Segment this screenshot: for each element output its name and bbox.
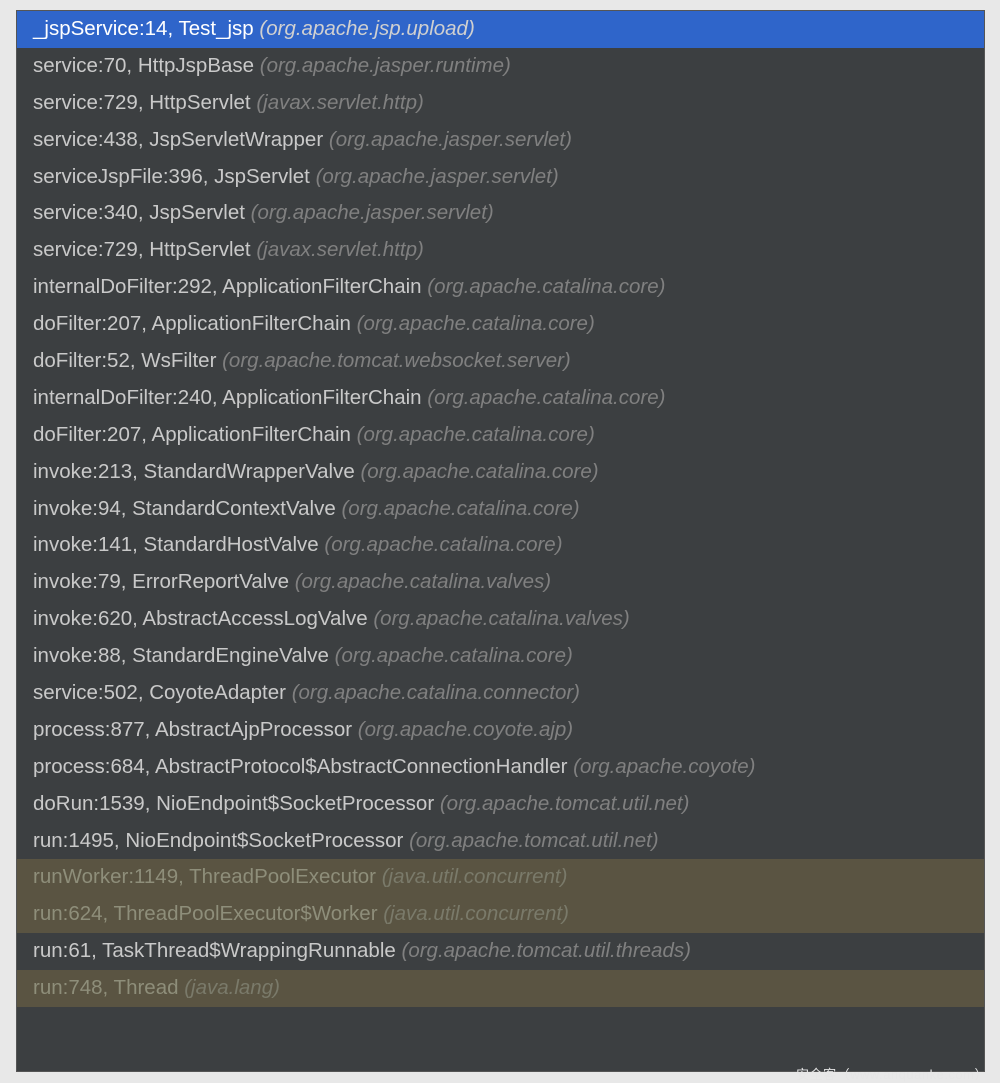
stack-frame-method: doFilter:52, WsFilter	[33, 349, 216, 372]
stack-frame-row[interactable]: invoke:213, StandardWrapperValve (org.ap…	[17, 454, 984, 491]
stack-frame-package: (org.apache.catalina.core)	[335, 644, 573, 667]
stack-frame-package: (javax.servlet.http)	[256, 91, 423, 114]
stack-frame-package: (org.apache.tomcat.util.net)	[440, 792, 690, 815]
stack-frame-method: doFilter:207, ApplicationFilterChain	[33, 423, 351, 446]
stack-frame-row[interactable]: run:1495, NioEndpoint$SocketProcessor (o…	[17, 823, 984, 860]
stack-frame-method: invoke:141, StandardHostValve	[33, 533, 319, 556]
stack-frame-package: (org.apache.catalina.core)	[360, 460, 598, 483]
stack-frame-method: run:1495, NioEndpoint$SocketProcessor	[33, 829, 403, 852]
stack-frame-row[interactable]: service:438, JspServletWrapper (org.apac…	[17, 122, 984, 159]
watermark-text: 安全客（www.anquanke.com）	[796, 1064, 988, 1083]
stack-frame-row[interactable]: doRun:1539, NioEndpoint$SocketProcessor …	[17, 786, 984, 823]
stack-frame-method: internalDoFilter:292, ApplicationFilterC…	[33, 275, 422, 298]
stack-frame-row[interactable]: invoke:141, StandardHostValve (org.apach…	[17, 527, 984, 564]
stack-frame-package: (org.apache.jsp.upload)	[259, 17, 474, 40]
stack-frame-row[interactable]: doFilter:52, WsFilter (org.apache.tomcat…	[17, 343, 984, 380]
stack-frame-method: runWorker:1149, ThreadPoolExecutor	[33, 865, 376, 888]
stack-frame-package: (org.apache.tomcat.websocket.server)	[222, 349, 571, 372]
stack-frame-row[interactable]: invoke:79, ErrorReportValve (org.apache.…	[17, 564, 984, 601]
stack-frame-method: run:61, TaskThread$WrappingRunnable	[33, 939, 396, 962]
stack-frame-row[interactable]: _jspService:14, Test_jsp (org.apache.jsp…	[17, 11, 984, 48]
stack-frame-package: (org.apache.catalina.core)	[357, 312, 595, 335]
stack-frame-method: service:340, JspServlet	[33, 201, 245, 224]
stack-frame-row[interactable]: runWorker:1149, ThreadPoolExecutor (java…	[17, 859, 984, 896]
stack-frame-row[interactable]: internalDoFilter:292, ApplicationFilterC…	[17, 269, 984, 306]
stack-frame-method: service:502, CoyoteAdapter	[33, 681, 286, 704]
stack-frame-package: (java.util.concurrent)	[383, 902, 569, 925]
stack-frame-method: service:70, HttpJspBase	[33, 54, 254, 77]
stack-frame-package: (org.apache.jasper.servlet)	[316, 165, 559, 188]
stack-frame-row[interactable]: service:502, CoyoteAdapter (org.apache.c…	[17, 675, 984, 712]
stack-frame-method: invoke:88, StandardEngineValve	[33, 644, 329, 667]
stack-frame-package: (org.apache.catalina.core)	[427, 275, 665, 298]
stack-trace-list[interactable]: _jspService:14, Test_jsp (org.apache.jsp…	[17, 11, 984, 1007]
stack-frame-method: invoke:213, StandardWrapperValve	[33, 460, 355, 483]
stack-frame-method: run:624, ThreadPoolExecutor$Worker	[33, 902, 378, 925]
stack-frame-package: (org.apache.jasper.servlet)	[251, 201, 494, 224]
stack-frame-package: (org.apache.coyote)	[573, 755, 755, 778]
stack-frame-row[interactable]: process:684, AbstractProtocol$AbstractCo…	[17, 749, 984, 786]
stack-frame-row[interactable]: invoke:88, StandardEngineValve (org.apac…	[17, 638, 984, 675]
stack-frame-package: (org.apache.catalina.core)	[324, 533, 562, 556]
stack-frame-method: serviceJspFile:396, JspServlet	[33, 165, 310, 188]
stack-frame-row[interactable]: doFilter:207, ApplicationFilterChain (or…	[17, 417, 984, 454]
stack-frame-package: (javax.servlet.http)	[256, 238, 423, 261]
stack-frame-row[interactable]: service:70, HttpJspBase (org.apache.jasp…	[17, 48, 984, 85]
stack-frame-package: (org.apache.catalina.valves)	[295, 570, 551, 593]
stack-frame-package: (org.apache.catalina.connector)	[292, 681, 580, 704]
stack-trace-panel: _jspService:14, Test_jsp (org.apache.jsp…	[16, 10, 985, 1072]
stack-frame-row[interactable]: doFilter:207, ApplicationFilterChain (or…	[17, 306, 984, 343]
stack-frame-row[interactable]: process:877, AbstractAjpProcessor (org.a…	[17, 712, 984, 749]
stack-frame-package: (org.apache.catalina.core)	[357, 423, 595, 446]
stack-frame-row[interactable]: internalDoFilter:240, ApplicationFilterC…	[17, 380, 984, 417]
stack-frame-method: internalDoFilter:240, ApplicationFilterC…	[33, 386, 422, 409]
stack-frame-method: run:748, Thread	[33, 976, 179, 999]
stack-frame-package: (org.apache.catalina.valves)	[373, 607, 629, 630]
stack-frame-method: invoke:94, StandardContextValve	[33, 497, 336, 520]
stack-frame-row[interactable]: invoke:620, AbstractAccessLogValve (org.…	[17, 601, 984, 638]
stack-frame-row[interactable]: service:340, JspServlet (org.apache.jasp…	[17, 195, 984, 232]
stack-frame-row[interactable]: run:61, TaskThread$WrappingRunnable (org…	[17, 933, 984, 970]
stack-frame-package: (java.util.concurrent)	[382, 865, 568, 888]
stack-frame-method: service:438, JspServletWrapper	[33, 128, 323, 151]
stack-frame-method: _jspService:14, Test_jsp	[33, 17, 254, 40]
stack-frame-row[interactable]: serviceJspFile:396, JspServlet (org.apac…	[17, 159, 984, 196]
stack-frame-method: process:877, AbstractAjpProcessor	[33, 718, 352, 741]
stack-frame-method: doRun:1539, NioEndpoint$SocketProcessor	[33, 792, 434, 815]
stack-frame-row[interactable]: service:729, HttpServlet (javax.servlet.…	[17, 85, 984, 122]
stack-frame-package: (org.apache.catalina.core)	[341, 497, 579, 520]
stack-frame-package: (org.apache.tomcat.util.net)	[409, 829, 659, 852]
stack-frame-method: service:729, HttpServlet	[33, 91, 251, 114]
stack-frame-row[interactable]: service:729, HttpServlet (javax.servlet.…	[17, 232, 984, 269]
stack-frame-method: invoke:620, AbstractAccessLogValve	[33, 607, 368, 630]
stack-frame-method: invoke:79, ErrorReportValve	[33, 570, 289, 593]
stack-frame-package: (org.apache.coyote.ajp)	[358, 718, 573, 741]
stack-frame-method: process:684, AbstractProtocol$AbstractCo…	[33, 755, 567, 778]
stack-frame-package: (org.apache.jasper.servlet)	[329, 128, 572, 151]
stack-frame-row[interactable]: run:748, Thread (java.lang)	[17, 970, 984, 1007]
stack-frame-method: service:729, HttpServlet	[33, 238, 251, 261]
stack-frame-row[interactable]: run:624, ThreadPoolExecutor$Worker (java…	[17, 896, 984, 933]
stack-frame-package: (org.apache.catalina.core)	[427, 386, 665, 409]
stack-frame-package: (java.lang)	[184, 976, 280, 999]
stack-frame-package: (org.apache.jasper.runtime)	[260, 54, 511, 77]
stack-frame-row[interactable]: invoke:94, StandardContextValve (org.apa…	[17, 491, 984, 528]
stack-frame-package: (org.apache.tomcat.util.threads)	[402, 939, 691, 962]
stack-frame-method: doFilter:207, ApplicationFilterChain	[33, 312, 351, 335]
